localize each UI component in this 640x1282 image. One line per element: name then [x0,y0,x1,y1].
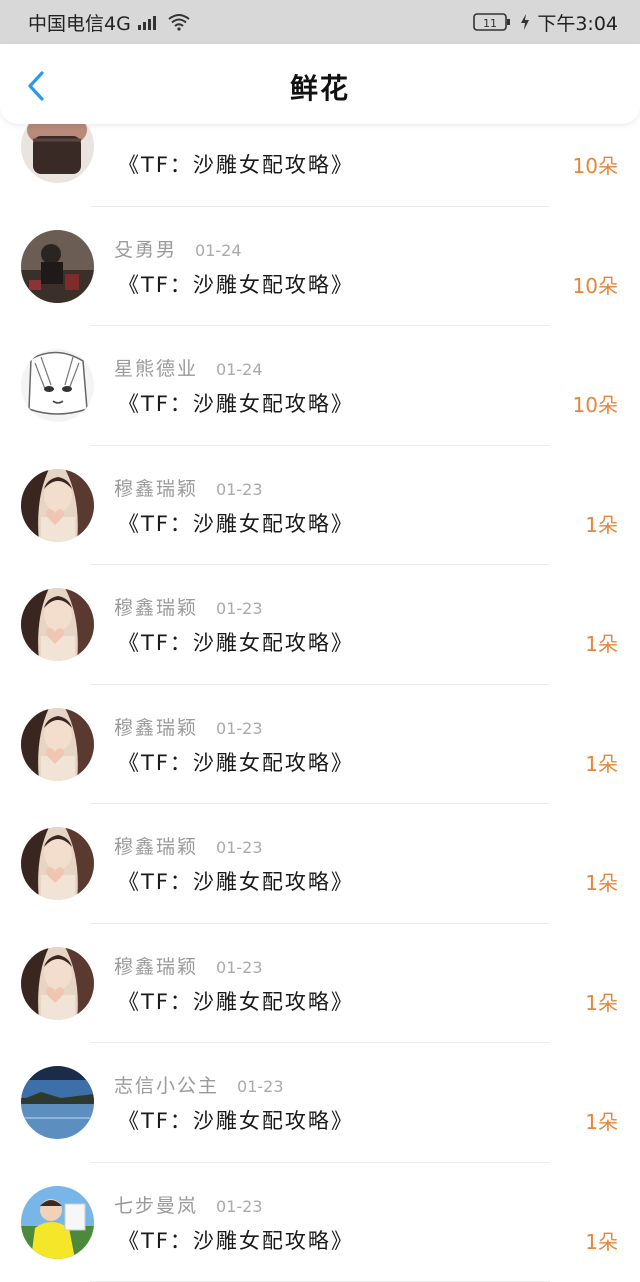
status-right: 11 下午3:04 [473,9,618,36]
book-title[interactable]: 《TF：沙雕女配攻略》 [118,1225,354,1255]
girl-heart-avatar[interactable] [21,588,94,661]
flower-count: 1朵 [585,1226,618,1255]
username[interactable]: 穆鑫瑞颖 [114,713,198,740]
wifi-icon [167,13,191,31]
girl-heart-avatar[interactable] [21,708,94,781]
row-meta: 穆鑫瑞颖 01-23 [114,713,263,740]
list-item[interactable]: 穆鑫瑞颖 01-23 《TF：沙雕女配攻略》 1朵 [0,685,640,805]
girl-heart-avatar[interactable] [21,469,94,542]
date-label: 01-24 [216,360,263,379]
book-title[interactable]: 《TF：沙雕女配攻略》 [118,866,354,896]
row-meta: 志信小公主 01-23 [114,1071,284,1098]
row-meta: 殳勇男 01-24 [114,235,242,262]
list-item[interactable]: 星熊德业 01-24 《TF：沙雕女配攻略》 10朵 [0,326,640,446]
header: 鲜花 [0,44,640,124]
username[interactable]: 殳勇男 [114,235,177,262]
flower-list: 《TF：沙雕女配攻略》10朵殳勇男01-24《TF：沙雕女配攻略》10朵星熊德业… [0,87,640,1282]
list-item[interactable]: 穆鑫瑞颖 01-23 《TF：沙雕女配攻略》 1朵 [0,924,640,1044]
clock: 下午3:04 [537,9,618,36]
row-meta: 穆鑫瑞颖 01-23 [114,832,263,859]
flower-count: 10朵 [573,270,618,299]
book-title[interactable]: 《TF：沙雕女配攻略》 [118,627,354,657]
flower-count: 10朵 [573,150,618,179]
username[interactable]: 穆鑫瑞颖 [114,952,198,979]
username[interactable]: 穆鑫瑞颖 [114,832,198,859]
flower-count: 1朵 [585,628,618,657]
date-label: 01-23 [216,599,263,618]
girl-heart-avatar[interactable] [21,947,94,1020]
list-item[interactable]: 穆鑫瑞颖 01-23 《TF：沙雕女配攻略》 1朵 [0,804,640,924]
date-label: 01-23 [216,719,263,738]
anime-sketch-avatar[interactable] [21,349,94,422]
username[interactable]: 七步曼岚 [114,1191,198,1218]
book-title[interactable]: 《TF：沙雕女配攻略》 [118,747,354,777]
battery-level: 11 [483,17,497,30]
flower-count: 1朵 [585,987,618,1016]
girl-heart-avatar[interactable] [21,827,94,900]
book-title[interactable]: 《TF：沙雕女配攻略》 [118,986,354,1016]
username[interactable]: 穆鑫瑞颖 [114,593,198,620]
list-item[interactable]: 志信小公主 01-23 《TF：沙雕女配攻略》 1朵 [0,1043,640,1163]
book-title[interactable]: 《TF：沙雕女配攻略》 [118,508,354,538]
username[interactable]: 星熊德业 [114,354,198,381]
charging-icon [521,14,529,30]
list-item[interactable]: 殳勇男 01-24 《TF：沙雕女配攻略》 10朵 [0,207,640,327]
lake-landscape-avatar[interactable] [21,1066,94,1139]
date-label: 01-23 [216,1197,263,1216]
row-meta: 穆鑫瑞颖 01-23 [114,474,263,501]
book-title[interactable]: 《TF：沙雕女配攻略》 [118,388,354,418]
flower-count: 1朵 [585,867,618,896]
flower-count: 1朵 [585,1106,618,1135]
username[interactable]: 志信小公主 [114,1071,219,1098]
row-meta: 穆鑫瑞颖 01-23 [114,593,263,620]
battery-icon: 11 [473,12,513,32]
carrier-label: 中国电信4G [28,9,131,36]
person-dark-avatar[interactable] [21,230,94,303]
page-title: 鲜花 [0,44,640,124]
date-label: 01-24 [195,241,242,260]
date-label: 01-23 [237,1077,284,1096]
date-label: 01-23 [216,838,263,857]
row-meta: 穆鑫瑞颖 01-23 [114,952,263,979]
book-title[interactable]: 《TF：沙雕女配攻略》 [118,1105,354,1135]
username[interactable]: 穆鑫瑞颖 [114,474,198,501]
status-bar: 中国电信4G 11 [0,0,640,44]
flower-count: 1朵 [585,748,618,777]
date-label: 01-23 [216,480,263,499]
book-title[interactable]: 《TF：沙雕女配攻略》 [118,149,354,179]
list-item[interactable]: 穆鑫瑞颖 01-23 《TF：沙雕女配攻略》 1朵 [0,446,640,566]
child-photo-avatar[interactable] [21,1186,94,1259]
signal-icon [137,13,161,31]
flower-count: 10朵 [573,389,618,418]
status-left: 中国电信4G [28,9,191,36]
row-meta: 星熊德业 01-24 [114,354,263,381]
book-title[interactable]: 《TF：沙雕女配攻略》 [118,269,354,299]
date-label: 01-23 [216,958,263,977]
list-item[interactable]: 七步曼岚 01-23 《TF：沙雕女配攻略》 1朵 [0,1163,640,1282]
list-item[interactable]: 穆鑫瑞颖 01-23 《TF：沙雕女配攻略》 1朵 [0,565,640,685]
flower-count: 1朵 [585,509,618,538]
row-meta: 七步曼岚 01-23 [114,1191,263,1218]
